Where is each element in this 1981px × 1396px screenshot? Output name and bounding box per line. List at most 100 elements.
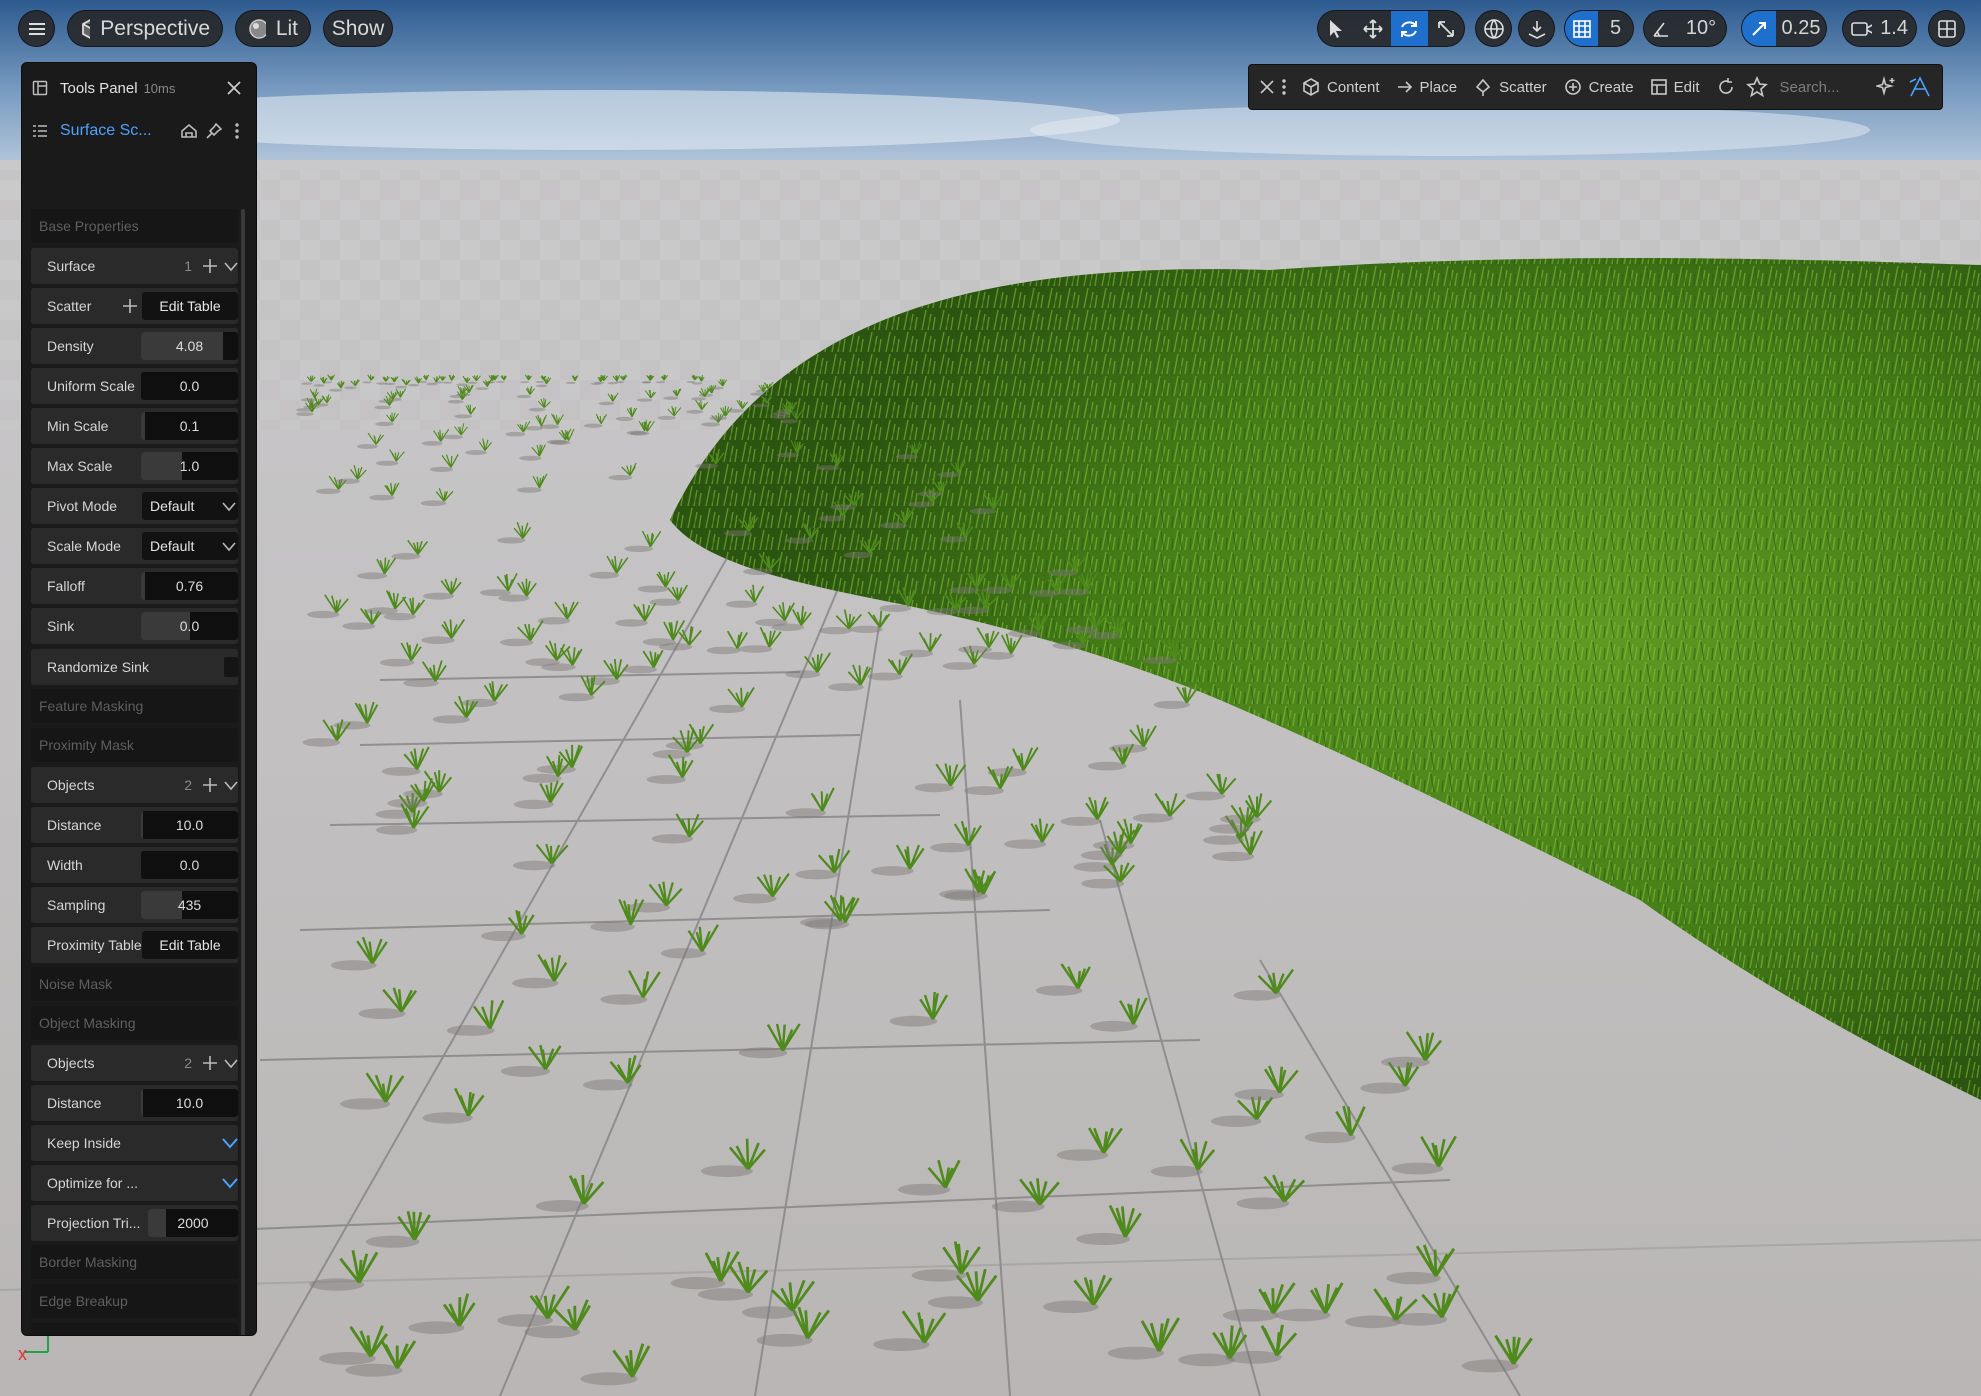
add-element-icon[interactable]: [202, 258, 218, 274]
checkbox-checked-icon[interactable]: [222, 1176, 238, 1190]
close-icon[interactable]: [1259, 79, 1275, 95]
more-vertical-icon[interactable]: [234, 122, 240, 140]
mode-dropdown[interactable]: Default: [142, 492, 238, 521]
numeric-slider-field[interactable]: 4.08: [141, 332, 238, 361]
place-arrow-icon: [1397, 81, 1412, 93]
section-header[interactable]: Base Properties: [31, 209, 238, 243]
active-tool-name[interactable]: Surface Sc...: [60, 122, 152, 140]
property-row: Min Scale 0.1: [31, 408, 238, 445]
edit-table-button[interactable]: Edit Table: [142, 930, 238, 959]
numeric-slider-field[interactable]: 0.0: [141, 372, 238, 401]
star-icon[interactable]: [1745, 76, 1768, 98]
section-header[interactable]: Noise Mask: [31, 966, 238, 1001]
scale-tool[interactable]: [1428, 11, 1465, 46]
grid-snap-toggle[interactable]: [1565, 11, 1599, 46]
sparkle-icon[interactable]: [1876, 76, 1898, 98]
place-mode-button[interactable]: Place: [1396, 78, 1457, 96]
tool-selector: Surface Sc...: [22, 113, 256, 149]
slider-fill: [148, 1209, 166, 1237]
viewport-menu-button[interactable]: [18, 10, 55, 47]
field-value: 10.0: [175, 816, 204, 833]
rotation-snap-toggle[interactable]: [1644, 11, 1678, 46]
angle-icon: [1653, 22, 1668, 37]
section-label: Base Properties: [39, 218, 139, 234]
select-tool[interactable]: [1318, 11, 1355, 46]
surface-snap-toggle[interactable]: [1518, 10, 1555, 47]
numeric-slider-field[interactable]: 0.0: [141, 612, 238, 641]
camera-speed-button[interactable]: 1.4: [1842, 10, 1917, 47]
history-icon[interactable]: [1716, 77, 1736, 97]
property-label: Scale Mode: [47, 538, 121, 555]
section-header[interactable]: Object Masking: [31, 1005, 238, 1040]
world-space-toggle[interactable]: [1475, 10, 1512, 47]
scale-snap-group[interactable]: 0.25: [1741, 10, 1827, 47]
property-label: Objects: [47, 1054, 95, 1071]
translate-tool[interactable]: [1355, 11, 1392, 46]
mode-dropdown[interactable]: Default: [142, 532, 238, 561]
property-label: Randomize Sink: [47, 658, 149, 675]
chevron-down-icon[interactable]: [224, 1056, 238, 1070]
numeric-slider-field[interactable]: 10.0: [141, 1088, 238, 1117]
search-input[interactable]: Search...: [1780, 79, 1877, 96]
level-viewport[interactable]: x: [0, 0, 1981, 1396]
slider-fill: [141, 810, 143, 839]
more-vertical-icon[interactable]: [1281, 78, 1287, 96]
create-mode-button[interactable]: Create: [1563, 77, 1634, 97]
property-row: Max Scale 1.0: [31, 448, 238, 485]
field-value: 4.08: [175, 338, 204, 355]
lit-sphere-icon: [249, 18, 266, 39]
add-element-icon[interactable]: [202, 777, 218, 793]
chevron-down-icon[interactable]: [224, 259, 238, 273]
numeric-slider-field[interactable]: 1.0: [141, 452, 238, 481]
numeric-slider-field[interactable]: 0.76: [141, 572, 238, 601]
field-value: 0.1: [179, 418, 200, 435]
move-icon: [1363, 18, 1383, 39]
content-cube-icon: [1303, 78, 1319, 96]
lit-button[interactable]: Lit: [235, 10, 311, 47]
ai-assistant-icon[interactable]: [1908, 76, 1932, 98]
section-header[interactable]: Feature Masking: [31, 688, 238, 723]
section-label: Edge Breakup: [39, 1293, 128, 1310]
numeric-slider-field[interactable]: 2000: [148, 1209, 238, 1237]
checkbox[interactable]: [224, 656, 238, 677]
list-icon[interactable]: [32, 124, 48, 138]
property-label: Min Scale: [47, 418, 109, 435]
section-header[interactable]: Edge Breakup: [31, 1284, 238, 1319]
edit-mode-button[interactable]: Edit: [1650, 78, 1700, 96]
add-element-icon[interactable]: [122, 298, 138, 314]
scale-snap-value: 0.25: [1781, 17, 1821, 39]
edit-table-button[interactable]: Edit Table: [142, 292, 238, 321]
close-icon[interactable]: [226, 80, 242, 96]
numeric-slider-field[interactable]: 0.0: [141, 850, 238, 879]
section-header[interactable]: Directional Masking: [31, 1323, 238, 1335]
slider-fill: [141, 1088, 143, 1117]
content-label: Content: [1327, 78, 1380, 96]
viewport-layout-button[interactable]: [1928, 10, 1965, 47]
perspective-button[interactable]: Perspective: [67, 10, 223, 47]
pin-icon[interactable]: [206, 123, 222, 139]
preset-icon[interactable]: [180, 122, 198, 140]
perspective-label: Perspective: [100, 16, 210, 40]
show-button[interactable]: Show: [323, 10, 393, 47]
rotate-tool[interactable]: [1391, 11, 1428, 46]
scale-snap-toggle[interactable]: [1742, 11, 1776, 46]
panel-scrollbar[interactable]: [241, 209, 245, 1335]
add-element-icon[interactable]: [202, 1055, 218, 1071]
property-row: Objects 2: [31, 766, 238, 803]
scatter-mode-button[interactable]: Scatter: [1473, 77, 1547, 97]
grid-snap-group[interactable]: 5: [1564, 10, 1634, 47]
cube-icon: [82, 18, 91, 39]
numeric-slider-field[interactable]: 0.1: [141, 412, 238, 441]
rotation-snap-group[interactable]: 10°: [1643, 10, 1727, 47]
scale-snap-icon: [1752, 21, 1766, 36]
chevron-down-icon[interactable]: [224, 778, 238, 792]
numeric-slider-field[interactable]: 435: [141, 890, 238, 919]
section-header[interactable]: Proximity Mask: [31, 727, 238, 762]
numeric-slider-field[interactable]: 10.0: [141, 810, 238, 839]
section-label: Object Masking: [39, 1014, 136, 1031]
rotate-icon: [1401, 20, 1418, 37]
content-mode-button[interactable]: Content: [1301, 77, 1380, 97]
field-value: 0.0: [179, 618, 200, 635]
checkbox-checked-icon[interactable]: [222, 1136, 238, 1150]
section-header[interactable]: Border Masking: [31, 1245, 238, 1280]
